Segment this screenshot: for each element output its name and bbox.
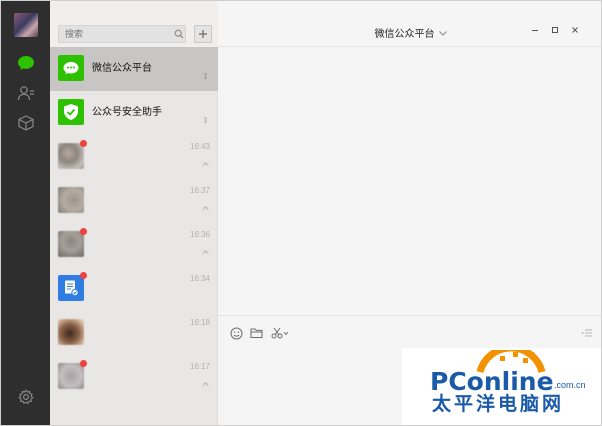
conversation-time: 16:43: [189, 142, 210, 151]
emoji-icon: [230, 327, 242, 339]
maximize-icon: [552, 27, 558, 33]
conversation-item[interactable]: 微信公众平台: [50, 47, 218, 91]
conversation-time: 16:36: [189, 230, 210, 239]
unread-badge: [80, 272, 87, 279]
conversation-item[interactable]: 16:36: [50, 223, 218, 267]
close-icon: [572, 27, 578, 33]
document-app-avatar: [58, 275, 84, 301]
chevron-down-icon: [438, 31, 447, 36]
settings-icon: [18, 389, 34, 405]
wechat-window: 微信公众平台 公众号安全助手 16:43 16:37: [0, 0, 602, 426]
contact-avatar: [58, 187, 84, 213]
pconline-watermark: PConline .com.cn 太平洋电脑网: [402, 348, 601, 425]
close-button[interactable]: [570, 25, 580, 35]
conversation-time: 16:37: [189, 186, 210, 195]
maximize-button[interactable]: [550, 25, 560, 35]
contact-avatar: [58, 363, 84, 389]
pin-icon: [203, 117, 208, 124]
minimize-button[interactable]: [530, 25, 540, 35]
emoji-button[interactable]: [229, 326, 243, 340]
conversation-item[interactable]: 16:43: [50, 135, 218, 179]
contact-avatar: [58, 143, 84, 169]
mute-icon: [202, 381, 209, 387]
conversation-item[interactable]: 16:34: [50, 267, 218, 311]
add-chat-button[interactable]: [194, 25, 212, 43]
plus-icon: [199, 30, 207, 38]
conversation-item[interactable]: 16:17: [50, 355, 218, 399]
contacts-icon: [17, 86, 34, 101]
conversation-list: 微信公众平台 公众号安全助手 16:43 16:37: [50, 1, 218, 425]
conversation-name: 微信公众平台: [92, 63, 152, 74]
wechat-official-avatar: [58, 55, 84, 81]
favorites-icon: [18, 115, 34, 131]
chat-icon: [18, 56, 34, 70]
pin-icon: [203, 73, 208, 80]
unread-badge: [80, 228, 87, 235]
search-input[interactable]: [58, 25, 186, 43]
contact-avatar: [58, 319, 84, 345]
minimize-icon: [532, 30, 538, 31]
search-icon[interactable]: [174, 29, 184, 39]
settings-button[interactable]: [15, 387, 37, 407]
chat-title-text: 微信公众平台: [374, 29, 435, 40]
mute-icon: [202, 161, 209, 167]
conversation-item[interactable]: 16:18: [50, 311, 218, 355]
contact-avatar: [58, 231, 84, 257]
chat-bubble-icon: [63, 62, 79, 75]
chat-title[interactable]: 微信公众平台: [218, 25, 601, 40]
unread-badge: [80, 140, 87, 147]
my-avatar[interactable]: [14, 13, 38, 37]
security-assistant-avatar: [58, 99, 84, 125]
mute-icon: [202, 249, 209, 255]
conversation-item[interactable]: 16:37: [50, 179, 218, 223]
contacts-tab[interactable]: [15, 83, 37, 103]
search-bar: [50, 1, 218, 47]
shield-check-icon: [64, 104, 78, 120]
history-icon[interactable]: [581, 328, 593, 338]
folder-icon: [250, 328, 262, 338]
conversation-item[interactable]: 公众号安全助手: [50, 91, 218, 135]
conversation-time: 16:34: [189, 274, 210, 283]
brand-chinese-name: 太平洋电脑网: [432, 393, 565, 415]
nav-sidebar: [1, 1, 50, 425]
favorites-tab[interactable]: [15, 113, 37, 133]
unread-badge: [80, 360, 87, 367]
scissors-icon: [271, 327, 289, 339]
chat-tab[interactable]: [15, 53, 37, 73]
chat-header: 微信公众平台: [218, 1, 601, 47]
document-check-icon: [65, 280, 79, 297]
conversation-time: 16:18: [189, 318, 210, 327]
send-file-button[interactable]: [249, 326, 263, 340]
screenshot-button[interactable]: [270, 326, 290, 340]
conversation-time: 16:17: [189, 362, 210, 371]
mute-icon: [202, 205, 209, 211]
conversation-name: 公众号安全助手: [92, 107, 162, 118]
